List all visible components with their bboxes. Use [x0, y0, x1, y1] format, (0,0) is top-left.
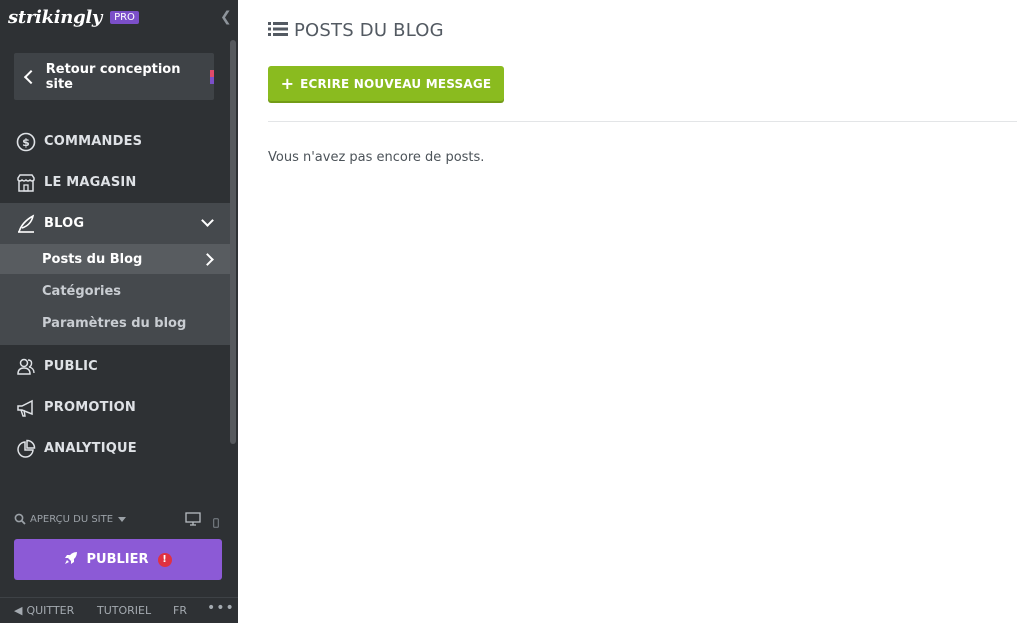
sidebar-sublabel-settings: Paramètres du blog [42, 315, 187, 331]
language-link[interactable]: FR [173, 604, 187, 617]
quit-link[interactable]: ◀ QUITTER [14, 604, 74, 617]
chevron-down-icon [201, 214, 214, 227]
rocket-icon [64, 550, 78, 569]
back-to-editor-button[interactable]: Retour conception site [14, 53, 214, 100]
sidebar-item-magasin[interactable]: LE MAGASIN [0, 162, 230, 203]
alert-icon: ! [157, 552, 172, 567]
sidebar: strikingly PRO ❮ Retour conception site … [0, 0, 238, 623]
publish-button[interactable]: PUBLIER ! [14, 539, 222, 580]
users-icon [16, 357, 36, 377]
strikingly-flag-icon [210, 69, 214, 84]
dollar-circle-icon: $ [16, 132, 36, 152]
blog-subnav: Posts du Blog Catégories Paramètres du b… [0, 244, 230, 345]
sidebar-subitem-posts[interactable]: Posts du Blog [0, 244, 230, 274]
sidebar-label-commandes: COMMANDES [44, 134, 143, 149]
sidebar-sublabel-posts: Posts du Blog [42, 251, 143, 267]
pro-badge: PRO [110, 10, 139, 24]
strikingly-logo[interactable]: strikingly [8, 7, 102, 28]
write-new-post-label: ECRIRE NOUVEAU MESSAGE [300, 76, 492, 91]
empty-posts-message: Vous n'avez pas encore de posts. [268, 150, 485, 165]
desktop-icon[interactable] [185, 511, 201, 530]
write-new-post-button[interactable]: + ECRIRE NOUVEAU MESSAGE [268, 66, 504, 101]
sidebar-subitem-settings[interactable]: Paramètres du blog [0, 308, 230, 338]
quit-label: QUITTER [26, 604, 75, 617]
store-icon [16, 173, 36, 193]
collapse-sidebar-icon[interactable]: ❮ [220, 9, 232, 25]
sidebar-item-commandes[interactable]: $ COMMANDES [0, 121, 230, 162]
page-title: POSTS DU BLOG [294, 20, 444, 41]
pie-chart-icon [16, 439, 36, 459]
sidebar-item-blog[interactable]: BLOG [0, 203, 230, 244]
list-icon [268, 21, 288, 41]
caret-down-icon[interactable] [118, 516, 127, 522]
sidebar-label-public: PUBLIC [44, 359, 98, 374]
sidebar-footer: ◀ QUITTER TUTORIEL FR ••• [0, 597, 238, 624]
more-options-icon[interactable]: ••• [207, 600, 235, 616]
sidebar-subitem-categories[interactable]: Catégories [0, 276, 230, 306]
back-to-editor-label: Retour conception site [45, 61, 181, 92]
sidebar-label-blog: BLOG [44, 216, 85, 231]
divider [268, 121, 1017, 122]
sidebar-scrollbar[interactable] [230, 40, 236, 444]
search-icon [14, 510, 26, 529]
tutorial-link[interactable]: TUTORIEL [97, 604, 151, 617]
sidebar-label-magasin: LE MAGASIN [44, 175, 137, 190]
sidebar-item-analytique[interactable]: ANALYTIQUE [0, 428, 230, 469]
arrow-left-icon: ◀ [14, 604, 23, 617]
quill-icon [16, 213, 36, 234]
plus-icon: + [280, 74, 295, 93]
chevron-right-icon [201, 252, 214, 266]
logo-row: strikingly PRO [8, 4, 139, 30]
sidebar-item-promotion[interactable]: PROMOTION [0, 387, 230, 428]
chevron-left-icon [23, 69, 38, 84]
svg-text:$: $ [22, 136, 30, 149]
page-header: POSTS DU BLOG [268, 20, 444, 41]
publish-label: PUBLIER [86, 552, 149, 567]
sidebar-sublabel-categories: Catégories [42, 283, 122, 299]
megaphone-icon [16, 398, 36, 418]
sidebar-item-public[interactable]: PUBLIC [0, 346, 230, 387]
site-preview-row: APERÇU DU SITE [14, 510, 224, 528]
sidebar-label-promotion: PROMOTION [44, 400, 137, 415]
sidebar-label-analytique: ANALYTIQUE [44, 441, 137, 456]
site-preview-dropdown[interactable]: APERÇU DU SITE [30, 514, 113, 525]
mobile-icon[interactable] [213, 513, 219, 532]
main-content: POSTS DU BLOG + ECRIRE NOUVEAU MESSAGE V… [238, 0, 1017, 623]
